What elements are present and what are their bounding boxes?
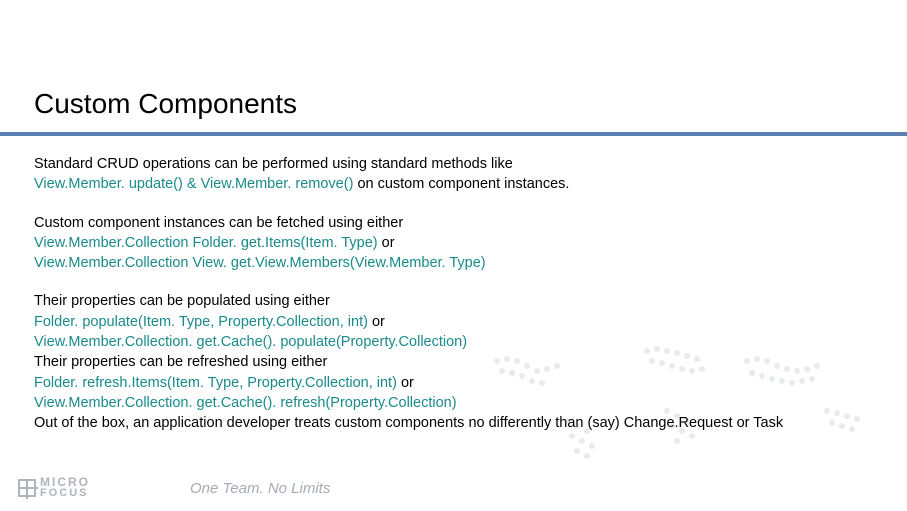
- text: or: [372, 314, 385, 330]
- code-text: View.Member.Collection Folder. get.Items…: [34, 235, 382, 251]
- code-text: View.Member.Collection. get.Cache(). ref…: [34, 395, 457, 411]
- text: Their properties can be populated using …: [34, 293, 330, 309]
- code-text: Folder. populate(Item. Type, Property.Co…: [34, 314, 372, 330]
- code-text: Folder. refresh.Items(Item. Type, Proper…: [34, 375, 401, 391]
- code-text: View.Member. update() & View.Member. rem…: [34, 176, 357, 192]
- paragraph-3: Their properties can be populated using …: [34, 291, 873, 433]
- text: Standard CRUD operations can be performe…: [34, 156, 513, 172]
- text: or: [382, 235, 395, 251]
- text: on custom component instances.: [357, 176, 569, 192]
- brand-logo: MICRO FOCUS: [18, 476, 90, 499]
- text: Custom component instances can be fetche…: [34, 215, 403, 231]
- logo-mark-icon: [18, 479, 36, 497]
- logo-line2: FOCUS: [40, 488, 90, 499]
- content-area: Standard CRUD operations can be performe…: [0, 136, 907, 434]
- page-title: Custom Components: [0, 0, 907, 128]
- text: or: [401, 375, 414, 391]
- logo-text: MICRO FOCUS: [40, 476, 90, 499]
- code-text: View.Member.Collection. get.Cache(). pop…: [34, 334, 467, 350]
- tagline: One Team. No Limits: [190, 480, 330, 497]
- slide: Custom Components Standard CRUD operatio…: [0, 0, 907, 511]
- paragraph-1: Standard CRUD operations can be performe…: [34, 154, 873, 195]
- paragraph-2: Custom component instances can be fetche…: [34, 213, 873, 274]
- text: Out of the box, an application developer…: [34, 415, 783, 431]
- code-text: View.Member.Collection View. get.View.Me…: [34, 255, 486, 271]
- text: Their properties can be refreshed using …: [34, 354, 327, 370]
